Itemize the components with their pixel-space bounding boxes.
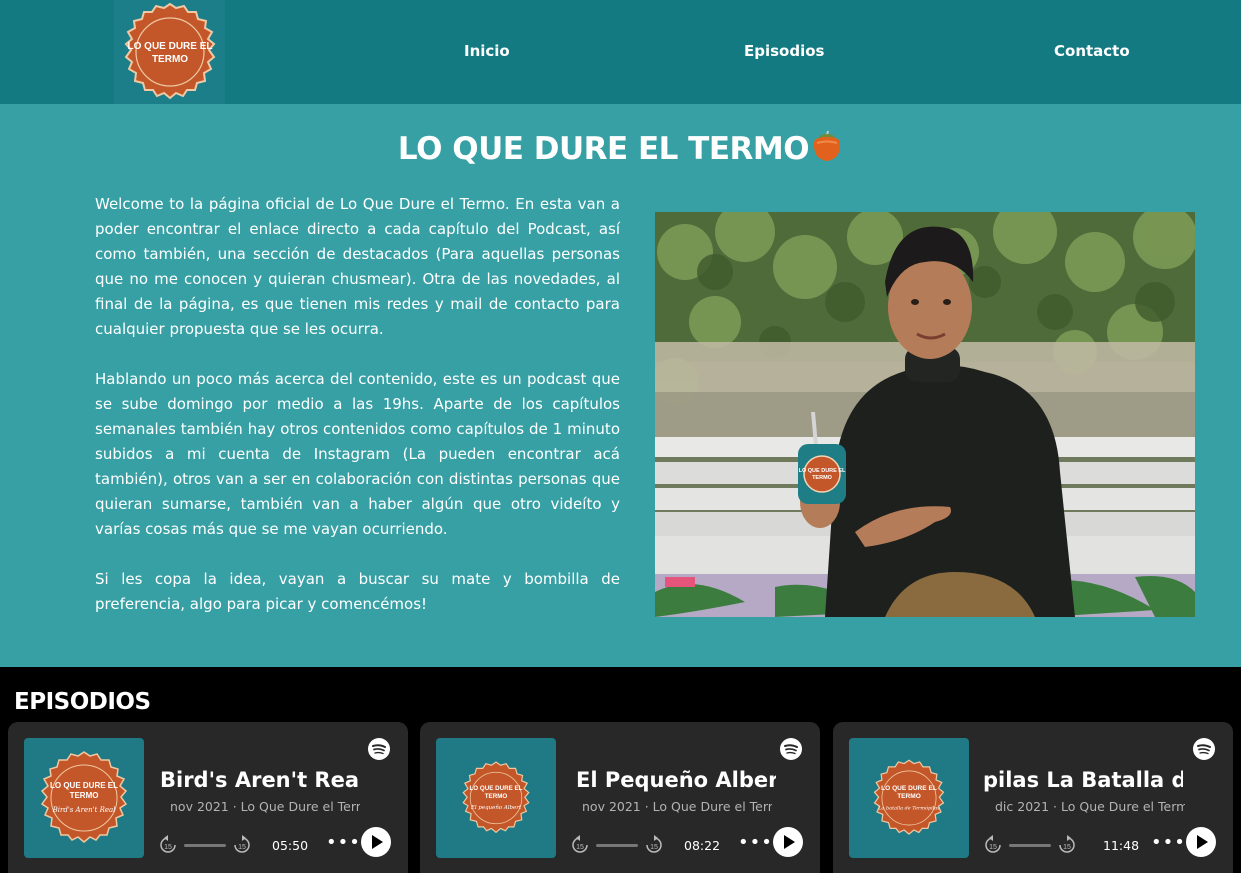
svg-text:TERMO: TERMO (152, 54, 188, 65)
host-photo: LO QUE DURE EL TERMO (655, 212, 1195, 617)
episode-meta: nov 2021 · Lo Que Dure el Termo (582, 799, 772, 814)
spotify-icon[interactable] (1193, 738, 1215, 760)
svg-text:15: 15 (164, 844, 172, 851)
svg-text:TERMO: TERMO (70, 791, 99, 800)
episode-duration: 11:48 (1103, 838, 1140, 853)
progress-bar[interactable] (184, 844, 226, 847)
svg-text:El pequeño Albert: El pequeño Albert (470, 804, 522, 811)
intro-text: Welcome to la página oficial de Lo Que D… (95, 192, 620, 642)
svg-text:15: 15 (650, 844, 658, 851)
site-logo[interactable]: LO QUE DURE EL TERMO (114, 0, 225, 104)
intro-paragraph-1: Welcome to la página oficial de Lo Que D… (95, 195, 620, 338)
svg-text:La batalla de Termópilas: La batalla de Termópilas (877, 804, 940, 811)
svg-text:LO QUE DURE EL: LO QUE DURE EL (881, 785, 937, 792)
episode-title[interactable]: El Pequeño Alberto (576, 768, 776, 792)
mate-icon (811, 129, 843, 171)
intro-paragraph-2: Hablando un poco más acerca del contenid… (95, 370, 620, 538)
episode-cover[interactable]: LO QUE DURE EL TERMO El pequeño Albert (436, 738, 556, 858)
progress-bar[interactable] (1009, 844, 1051, 847)
svg-text:TERMO: TERMO (812, 475, 833, 481)
nav-episodios[interactable]: Episodios (744, 42, 824, 60)
svg-text:LO QUE DURE EL: LO QUE DURE EL (50, 781, 118, 790)
episode-title[interactable]: Bird's Aren't Real (160, 768, 360, 792)
svg-text:15: 15 (989, 844, 997, 851)
svg-text:15: 15 (238, 844, 246, 851)
svg-text:15: 15 (1063, 844, 1071, 851)
page-title: LO QUE DURE EL TERMO (0, 129, 1241, 171)
rewind-15-icon[interactable]: 15 (983, 835, 1003, 855)
more-icon[interactable]: ••• (326, 832, 361, 853)
episode-card[interactable]: LO QUE DURE EL TERMO La batalla de Termó… (833, 722, 1233, 873)
episode-meta: dic 2021 · Lo Que Dure el Termo (995, 799, 1185, 814)
progress-bar[interactable] (596, 844, 638, 847)
svg-text:LO QUE DURE EL: LO QUE DURE EL (799, 468, 846, 474)
episode-cover[interactable]: LO QUE DURE EL TERMO La batalla de Termó… (849, 738, 969, 858)
play-button[interactable] (1186, 827, 1216, 857)
episode-meta: nov 2021 · Lo Que Dure el Termo (170, 799, 360, 814)
more-icon[interactable]: ••• (1151, 832, 1186, 853)
rewind-15-icon[interactable]: 15 (158, 835, 178, 855)
svg-text:TERMO: TERMO (897, 793, 921, 800)
svg-text:Bird's Aren't Real: Bird's Aren't Real (52, 806, 116, 814)
spotify-icon[interactable] (780, 738, 802, 760)
spotify-icon[interactable] (368, 738, 390, 760)
play-button[interactable] (361, 827, 391, 857)
svg-text:TERMO: TERMO (485, 793, 508, 800)
logo-badge: LO QUE DURE EL TERMO (124, 2, 216, 100)
forward-15-icon[interactable]: 15 (644, 835, 664, 855)
nav-contacto[interactable]: Contacto (1054, 42, 1130, 60)
more-icon[interactable]: ••• (738, 832, 773, 853)
rewind-15-icon[interactable]: 15 (570, 835, 590, 855)
episode-title[interactable]: pilas La Batalla de Termópilas (983, 768, 1183, 792)
episode-cover[interactable]: LO QUE DURE EL TERMO Bird's Aren't Real (24, 738, 144, 858)
episode-duration: 08:22 (684, 838, 721, 853)
site-header: LO QUE DURE EL TERMO Inicio Episodios Co… (0, 0, 1241, 104)
play-button[interactable] (773, 827, 803, 857)
svg-text:LO QUE DURE EL: LO QUE DURE EL (127, 41, 212, 52)
episode-card[interactable]: LO QUE DURE EL TERMO Bird's Aren't Real … (8, 722, 408, 873)
forward-15-icon[interactable]: 15 (1057, 835, 1077, 855)
hero-section: LO QUE DURE EL TERMO Welcome to la págin… (0, 104, 1241, 667)
intro-paragraph-3: Si les copa la idea, vayan a buscar su m… (95, 570, 620, 613)
episode-card[interactable]: LO QUE DURE EL TERMO El pequeño Albert E… (420, 722, 820, 873)
nav-inicio[interactable]: Inicio (464, 42, 510, 60)
svg-text:LO QUE DURE EL: LO QUE DURE EL (470, 785, 523, 792)
episodes-heading: EPISODIOS (14, 689, 151, 715)
episode-duration: 05:50 (272, 838, 309, 853)
svg-text:15: 15 (576, 844, 584, 851)
forward-15-icon[interactable]: 15 (232, 835, 252, 855)
